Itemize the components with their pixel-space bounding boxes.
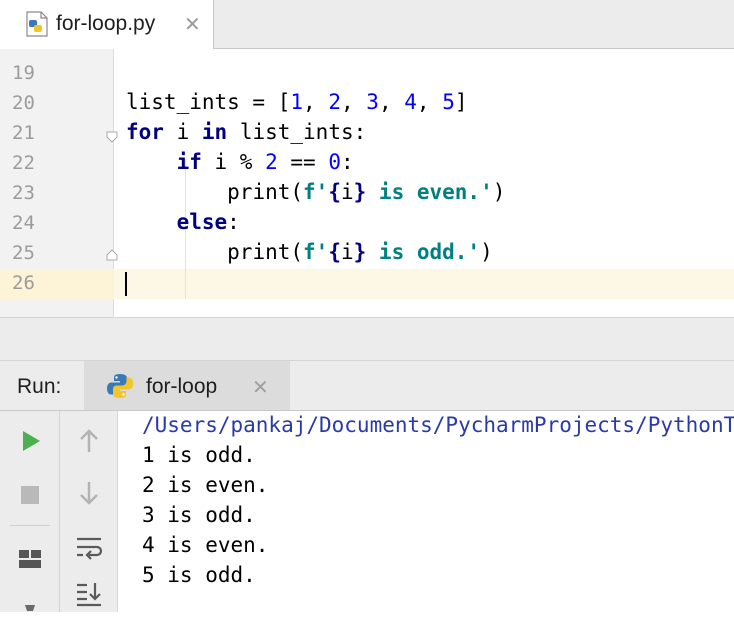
line-number: 25 (12, 242, 35, 264)
stop-icon[interactable] (10, 475, 50, 515)
layout-icon[interactable] (10, 539, 50, 579)
code-text: print(f'{i} is odd.') (227, 240, 493, 264)
python-file-icon (26, 11, 48, 37)
text-caret (125, 272, 127, 296)
code-line-26: 26 (0, 269, 734, 299)
up-arrow-icon[interactable] (69, 421, 109, 461)
down-arrow-icon[interactable] (69, 473, 109, 513)
code-text: if i % 2 == 0: (176, 150, 354, 174)
scroll-to-end-icon[interactable] (69, 573, 109, 613)
code-line-24: 24 else: (0, 209, 734, 239)
line-number: 26 (12, 272, 35, 294)
line-number: 20 (12, 92, 35, 114)
pin-icon[interactable] (10, 599, 50, 639)
editor-tab-for-loop[interactable]: for-loop.py ✕ (0, 0, 214, 49)
code-line-21: 21 for i in list_ints: (0, 119, 734, 149)
close-icon[interactable]: ✕ (184, 12, 201, 37)
python-icon (107, 374, 133, 398)
run-label: Run: (17, 375, 62, 398)
console-output[interactable]: /Users/pankaj/Documents/PycharmProjects/… (118, 411, 734, 612)
code-line-23: 23 print(f'{i} is even.') (0, 179, 734, 209)
code-text: for i in list_ints: (126, 120, 367, 144)
code-line-20: 20 list_ints = [1, 2, 3, 4, 5] (0, 89, 734, 119)
code-editor[interactable]: 19 20 list_ints = [1, 2, 3, 4, 5] 21 for… (0, 49, 734, 317)
run-tab-label: for-loop (146, 375, 218, 398)
console-line: 4 is even. (142, 533, 269, 557)
console-actions-column (60, 411, 118, 612)
console-line: 5 is odd. (142, 563, 256, 587)
line-number: 22 (12, 152, 35, 174)
code-line-22: 22 if i % 2 == 0: (0, 149, 734, 179)
console-line: 3 is odd. (142, 503, 256, 527)
toolbar-separator (10, 525, 50, 526)
line-number: 21 (12, 122, 35, 144)
soft-wrap-icon[interactable] (69, 527, 109, 567)
close-icon[interactable]: ✕ (252, 375, 269, 400)
run-toolbar: Run: for-loop ✕ (0, 361, 734, 411)
code-text: print(f'{i} is even.') (227, 180, 506, 204)
line-number: 24 (12, 212, 35, 234)
console-line: 2 is even. (142, 473, 269, 497)
console-line-path[interactable]: /Users/pankaj/Documents/PycharmProjects/… (142, 413, 734, 437)
panel-splitter[interactable] (0, 317, 734, 361)
line-number: 23 (12, 182, 35, 204)
line-number: 19 (12, 62, 35, 84)
run-tab-for-loop[interactable]: for-loop ✕ (84, 361, 290, 410)
run-icon[interactable] (10, 421, 50, 461)
editor-tab-label: for-loop.py (56, 12, 156, 35)
editor-tab-bar: for-loop.py ✕ (0, 0, 734, 49)
code-line-19: 19 (0, 59, 734, 89)
run-actions-column (0, 411, 60, 612)
code-text: list_ints = [1, 2, 3, 4, 5] (126, 90, 468, 114)
code-line-25: 25 print(f'{i} is odd.') (0, 239, 734, 269)
code-text: else: (176, 210, 240, 234)
console-line: 1 is odd. (142, 443, 256, 467)
